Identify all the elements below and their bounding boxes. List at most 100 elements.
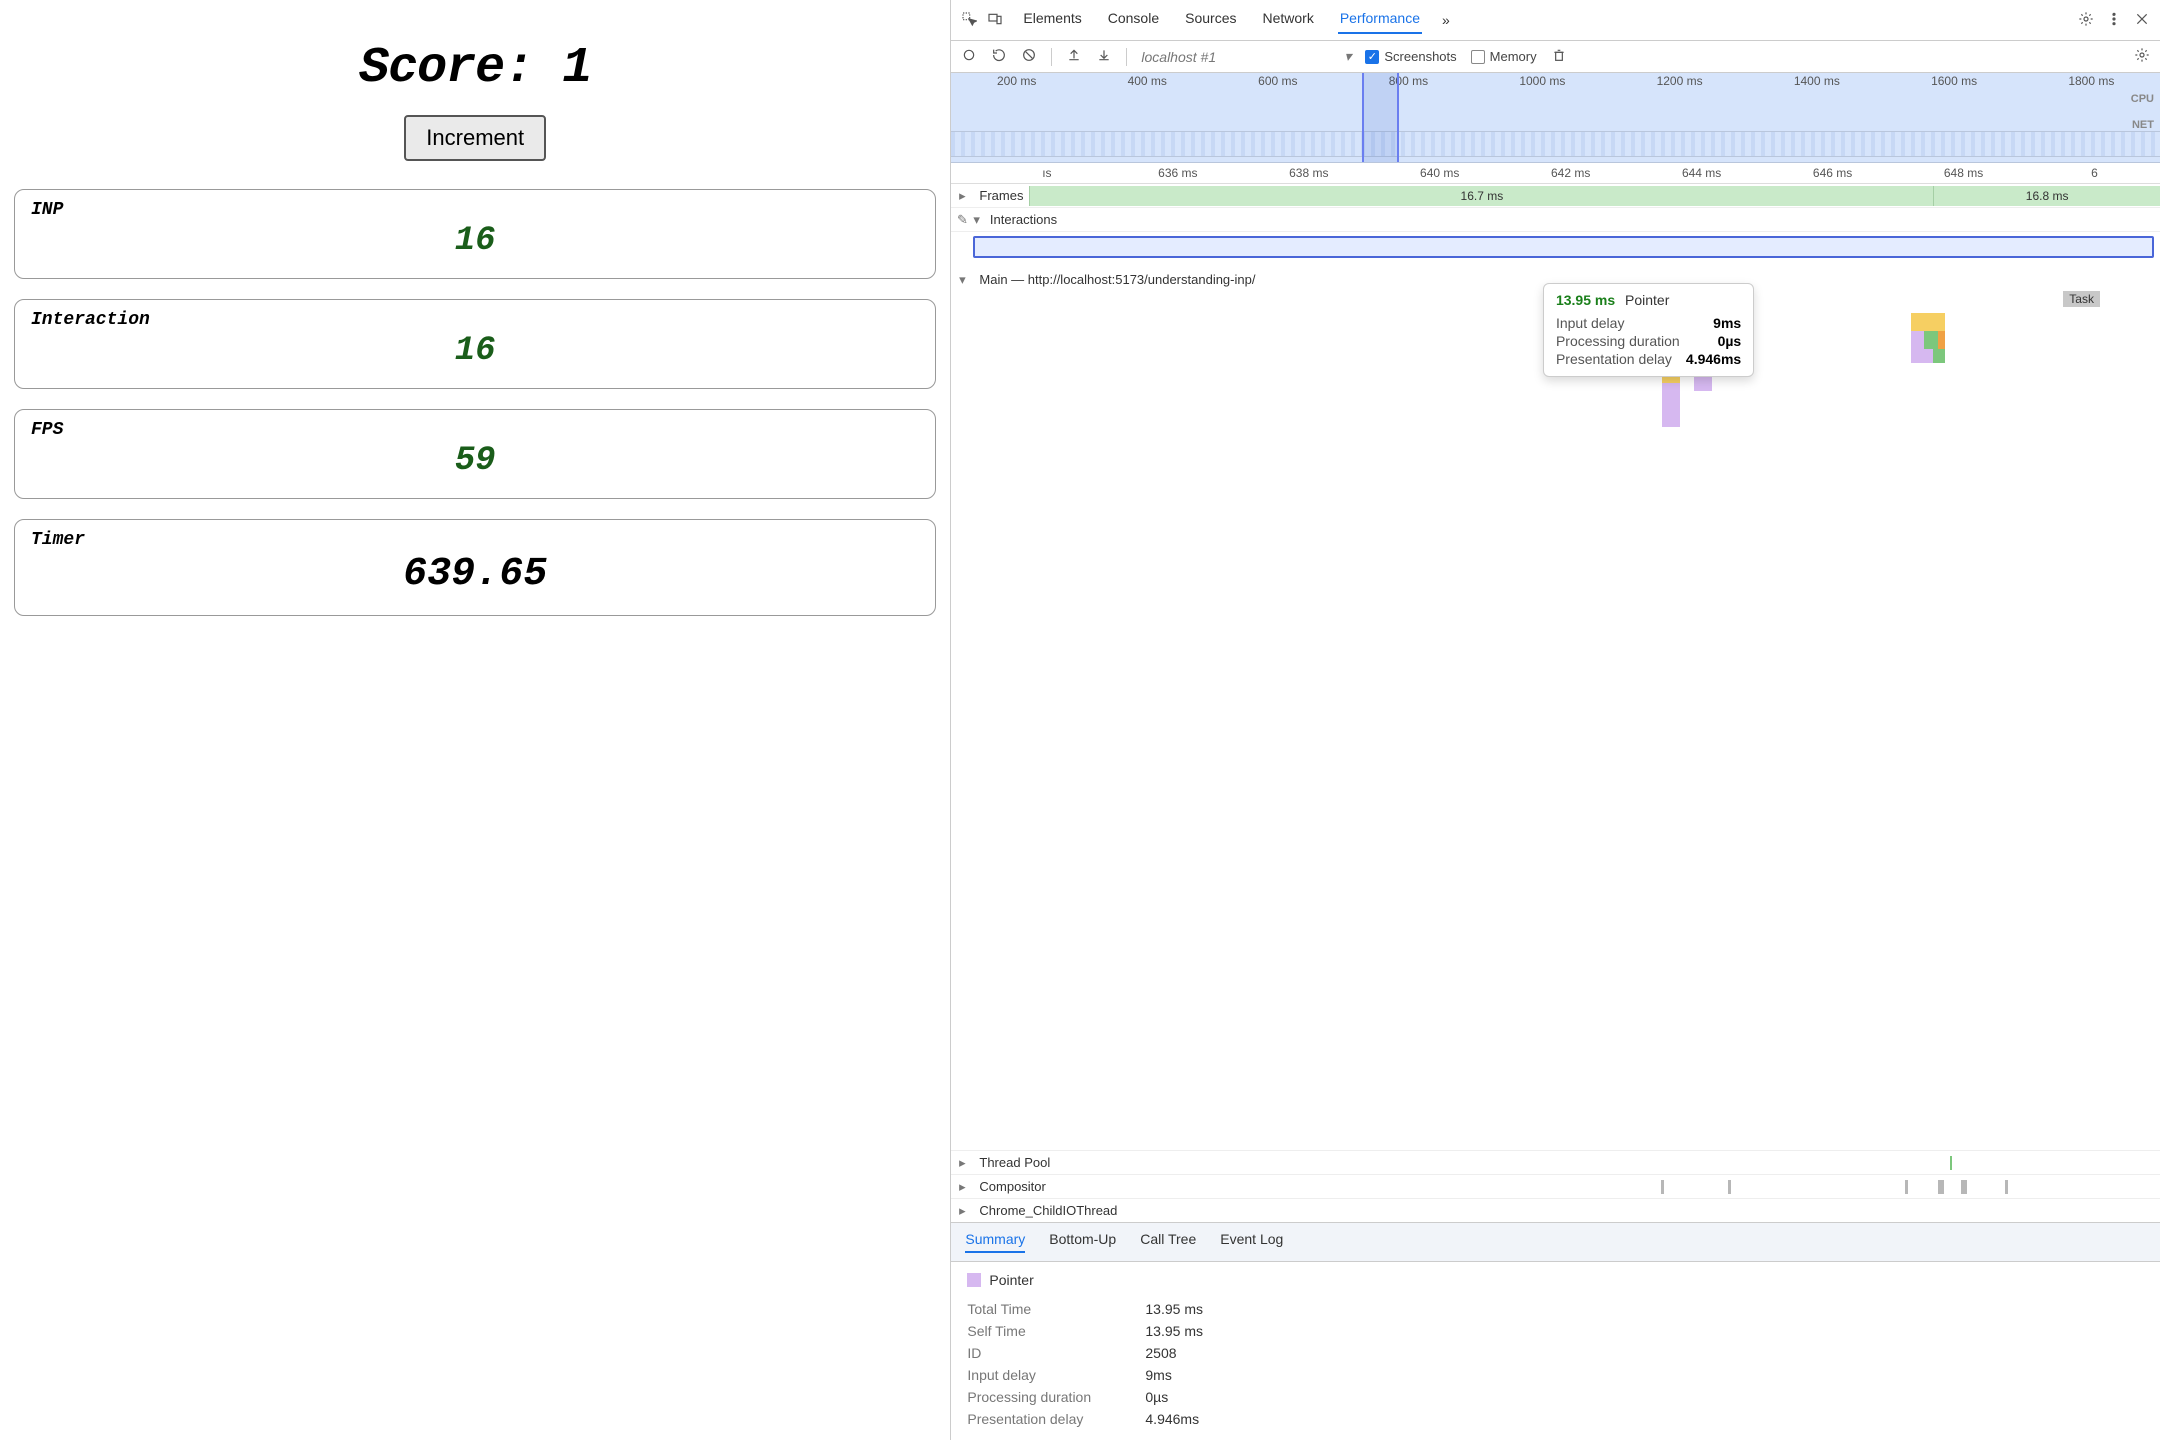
compositor-label: Compositor: [973, 1175, 1051, 1198]
main-label: Main — http://localhost:5173/understandi…: [973, 268, 1261, 291]
metric-card-title: Timer: [31, 530, 919, 550]
metric-card-value: 639.65: [31, 552, 919, 597]
panel-tab-network[interactable]: Network: [1260, 6, 1315, 34]
summary-value: 2508: [1145, 1345, 1176, 1361]
interaction-span[interactable]: [973, 236, 2154, 258]
event-color-swatch: [967, 1273, 981, 1287]
summary-key: Total Time: [967, 1301, 1127, 1317]
details-tab-summary[interactable]: Summary: [965, 1231, 1025, 1253]
tooltip-row: Processing duration0µs: [1556, 332, 1741, 350]
metric-card-value: 59: [31, 442, 919, 480]
more-tabs-button[interactable]: »: [1440, 8, 1452, 32]
increment-button[interactable]: Increment: [404, 115, 546, 161]
overview-tick: 1000 ms: [1519, 74, 1565, 88]
interactions-track-header[interactable]: ✎ ▾ Interactions: [951, 208, 2160, 232]
flame-tick: 636 ms: [1112, 163, 1243, 183]
details-tab-call-tree[interactable]: Call Tree: [1140, 1231, 1196, 1253]
more-menu-icon[interactable]: [2106, 11, 2122, 30]
interaction-tooltip: 13.95 ms Pointer Input delay9msProcessin…: [1543, 283, 1754, 377]
collect-garbage-icon[interactable]: [1551, 47, 1567, 66]
summary-key: Input delay: [967, 1367, 1127, 1383]
summary-row: Processing duration0µs: [967, 1386, 2144, 1408]
thread-pool-track[interactable]: ▸ Thread Pool: [951, 1150, 2160, 1174]
reload-record-icon[interactable]: [991, 47, 1007, 66]
summary-value: 4.946ms: [1145, 1411, 1199, 1427]
memory-label: Memory: [1490, 49, 1537, 64]
task-block[interactable]: Task: [2063, 291, 2100, 307]
tooltip-row: Presentation delay4.946ms: [1556, 350, 1741, 368]
summary-row: Input delay9ms: [967, 1364, 2144, 1386]
settings-gear-icon[interactable]: [2078, 11, 2094, 30]
summary-panel: Pointer Total Time 13.95 msSelf Time 13.95…: [951, 1262, 2160, 1440]
expand-triangle-icon[interactable]: ▸: [951, 1179, 973, 1195]
overview-tick: 1200 ms: [1657, 74, 1703, 88]
details-tabs: Summary Bottom-Up Call Tree Event Log: [951, 1222, 2160, 1262]
metric-card-title: Interaction: [31, 310, 919, 330]
dropdown-triangle-icon: ▾: [1344, 48, 1351, 65]
tooltip-type: Pointer: [1625, 292, 1669, 308]
child-io-track[interactable]: ▸ Chrome_ChildIOThread: [951, 1198, 2160, 1222]
close-icon[interactable]: [2134, 11, 2150, 30]
overview-selection[interactable]: [1362, 73, 1398, 162]
panel-tab-sources[interactable]: Sources: [1183, 6, 1238, 34]
screenshots-checkbox[interactable]: ✓ Screenshots: [1365, 49, 1456, 64]
upload-icon[interactable]: [1066, 47, 1082, 66]
summary-key: Self Time: [967, 1323, 1127, 1339]
compositor-track[interactable]: ▸ Compositor: [951, 1174, 2160, 1198]
devtools-tabs: Elements Console Sources Network Performance…: [951, 0, 2160, 41]
overview-tick: 200 ms: [997, 74, 1036, 88]
record-icon[interactable]: [961, 47, 977, 66]
summary-row: Self Time 13.95 ms: [967, 1320, 2144, 1342]
perf-toolbar: localhost #1 ▾ ✓ Screenshots Memory: [951, 41, 2160, 73]
overview-tick: 1400 ms: [1794, 74, 1840, 88]
demo-app: Score: 1 Increment INP16Interaction16FPS…: [0, 0, 950, 1440]
tooltip-rows: Input delay9msProcessing duration0µsPres…: [1556, 314, 1741, 368]
score-label: Score:: [359, 40, 562, 97]
summary-value: 13.95 ms: [1145, 1323, 1203, 1339]
overview-ruler: 200 ms400 ms600 ms800 ms1000 ms1200 ms14…: [951, 74, 2160, 88]
summary-row: Presentation delay 4.946ms: [967, 1408, 2144, 1430]
tooltip-row: Input delay9ms: [1556, 314, 1741, 332]
inspect-element-icon[interactable]: [961, 11, 977, 30]
screenshots-label: Screenshots: [1384, 49, 1456, 64]
collapse-triangle-icon[interactable]: ▾: [951, 272, 973, 288]
flame-tick: 640 ms: [1374, 163, 1505, 183]
recording-select[interactable]: localhost #1 ▾: [1141, 48, 1351, 65]
clear-icon[interactable]: [1021, 47, 1037, 66]
summary-event-name: Pointer: [989, 1272, 1033, 1288]
download-icon[interactable]: [1096, 47, 1112, 66]
expand-triangle-icon[interactable]: ▸: [951, 1203, 973, 1219]
main-flame-area[interactable]: Task 13.95 ms Pointer: [973, 291, 2160, 1150]
overview-tick: 600 ms: [1258, 74, 1297, 88]
checkbox-checked-icon: ✓: [1365, 50, 1379, 64]
summary-rows: Total Time 13.95 msSelf Time 13.95 ms ID 250…: [967, 1298, 2144, 1430]
frames-label: Frames: [973, 184, 1029, 207]
details-tab-event-log[interactable]: Event Log: [1220, 1231, 1283, 1253]
capture-settings-gear-icon[interactable]: [2134, 47, 2150, 66]
flame-tick: 644 ms: [1636, 163, 1767, 183]
device-toolbar-icon[interactable]: [987, 11, 1003, 30]
panel-tab-console[interactable]: Console: [1106, 6, 1161, 34]
summary-key: Presentation delay: [967, 1411, 1127, 1427]
overview-cpu-label: CPU: [2131, 93, 2154, 105]
frame-segment[interactable]: 16.8 ms: [1933, 186, 2160, 206]
overview-net-strip: [951, 131, 2160, 157]
tooltip-time: 13.95 ms: [1556, 292, 1615, 308]
summary-key: ID: [967, 1345, 1127, 1361]
child-io-label: Chrome_ChildIOThread: [973, 1199, 1123, 1222]
flame-chart[interactable]: ıs636 ms638 ms640 ms642 ms644 ms646 ms64…: [951, 163, 2160, 1222]
flame-tick: ıs: [981, 163, 1112, 183]
panel-tab-elements[interactable]: Elements: [1021, 6, 1083, 34]
expand-triangle-icon[interactable]: ▸: [951, 1155, 973, 1171]
expand-triangle-icon[interactable]: ▸: [951, 188, 973, 204]
collapse-triangle-icon[interactable]: ▾: [973, 212, 980, 228]
metric-card-value: 16: [31, 222, 919, 260]
frame-segment[interactable]: 16.7 ms: [1029, 186, 1933, 206]
details-tab-bottom-up[interactable]: Bottom-Up: [1049, 1231, 1116, 1253]
panel-tab-performance[interactable]: Performance: [1338, 6, 1422, 34]
recording-select-value: localhost #1: [1141, 49, 1216, 65]
timeline-overview[interactable]: 200 ms400 ms600 ms800 ms1000 ms1200 ms14…: [951, 73, 2160, 163]
memory-checkbox[interactable]: Memory: [1471, 49, 1537, 64]
frames-track[interactable]: ▸ Frames 16.7 ms16.8 ms: [951, 184, 2160, 208]
edit-pencil-icon[interactable]: ✎: [951, 212, 973, 228]
